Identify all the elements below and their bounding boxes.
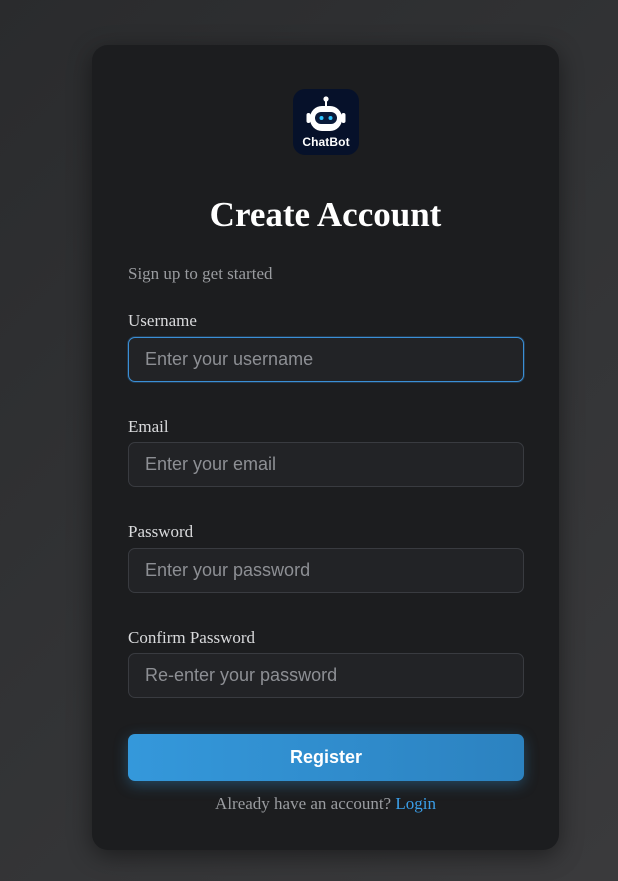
login-prompt-text: Already have an account? — [215, 794, 392, 813]
password-label: Password — [128, 522, 194, 541]
email-input[interactable] — [128, 442, 524, 487]
register-card: ChatBot Create Account Sign up to get st… — [92, 45, 559, 850]
confirm-password-input[interactable] — [128, 653, 524, 698]
username-label: Username — [128, 311, 197, 330]
page-title: Create Account — [209, 195, 442, 234]
page-subtitle: Sign up to get started — [128, 264, 273, 283]
register-button[interactable]: Register — [128, 734, 524, 781]
username-input[interactable] — [128, 337, 524, 382]
password-input[interactable] — [128, 548, 524, 593]
login-prompt: Already have an account? Login — [92, 793, 559, 815]
logo-wordmark: ChatBot — [302, 135, 350, 149]
confirm-password-label: Confirm Password — [128, 628, 256, 647]
email-label: Email — [128, 417, 169, 436]
login-link[interactable]: Login — [395, 794, 436, 813]
chatbot-logo: ChatBot — [293, 89, 359, 155]
